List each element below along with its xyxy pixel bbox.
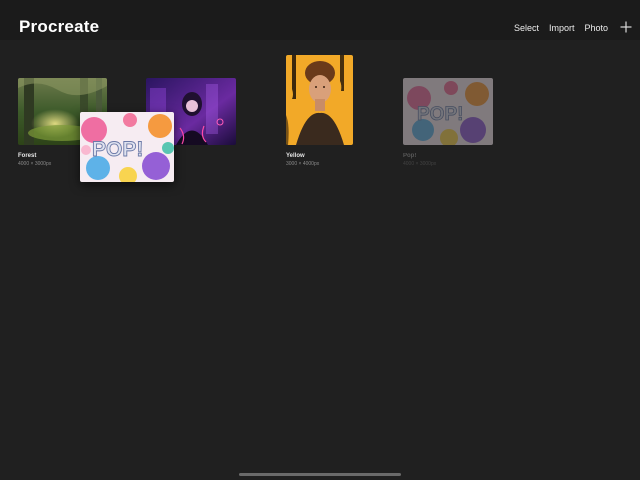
pop-image: POP! [80, 112, 174, 182]
import-button[interactable]: Import [549, 23, 575, 33]
app-title: Procreate [19, 17, 100, 36]
photo-button[interactable]: Photo [584, 23, 608, 33]
svg-text:POP!: POP! [417, 104, 463, 125]
artwork-size: 4000 × 3000px [403, 161, 437, 167]
artwork-title: Forest [18, 153, 37, 159]
artwork-thumbnail-yellow[interactable] [286, 55, 353, 145]
artwork-thumbnail-pop-placeholder[interactable]: POP! [403, 78, 493, 145]
pop-logo-text: POP! [92, 138, 143, 161]
dragged-artwork-pop[interactable]: POP! [80, 112, 174, 182]
pop-image: POP! [403, 78, 493, 145]
plus-icon[interactable] [620, 21, 632, 33]
artwork-size: 3000 × 4000px [286, 161, 320, 167]
yellow-portrait-image [286, 55, 353, 145]
header-actions: Select Import Photo [504, 21, 632, 34]
artwork-title: Pop! [403, 153, 417, 159]
artwork-size: 4000 × 3000px [18, 161, 52, 167]
home-indicator[interactable] [239, 473, 401, 476]
select-button[interactable]: Select [514, 23, 539, 33]
artwork-title: Yellow [286, 153, 305, 159]
top-bar: Procreate Select Import Photo [0, 0, 640, 40]
